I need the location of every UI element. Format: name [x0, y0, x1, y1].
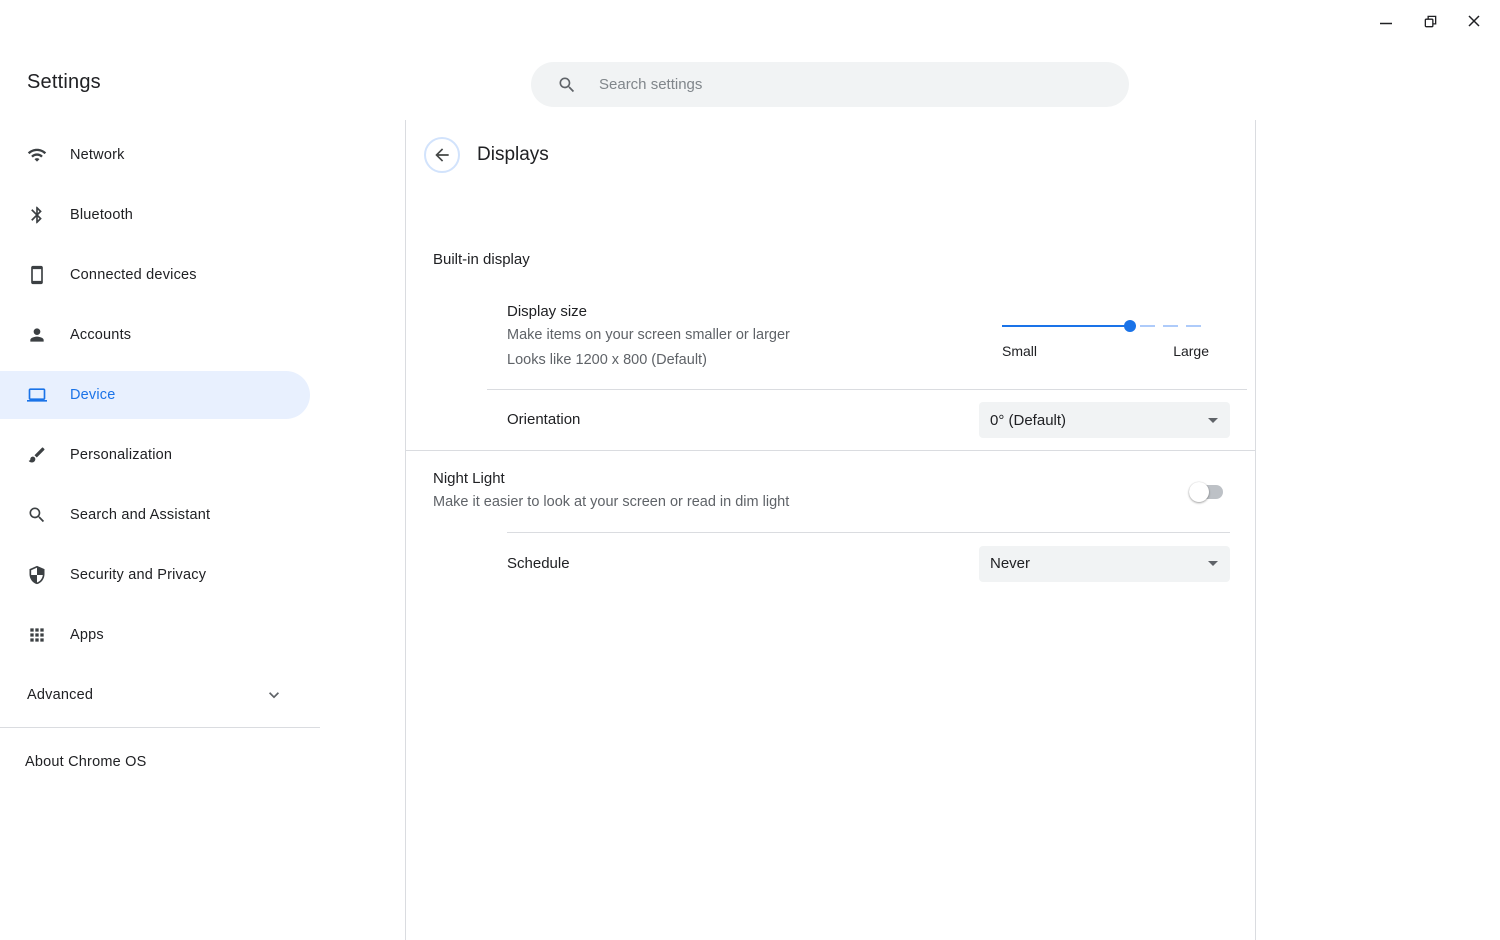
- dropdown-arrow-icon: [1208, 418, 1218, 423]
- dropdown-arrow-icon: [1208, 561, 1218, 566]
- panel-header: Displays: [406, 120, 1255, 173]
- display-size-row: Display size Make items on your screen s…: [406, 301, 1255, 373]
- sidebar-item-label: Accounts: [70, 327, 131, 343]
- toggle-knob: [1189, 482, 1209, 502]
- sidebar-item-personalization[interactable]: Personalization: [0, 431, 310, 479]
- app-title: Settings: [27, 71, 101, 94]
- sidebar-item-about-chrome-os[interactable]: About Chrome OS: [0, 738, 320, 786]
- sidebar-item-label: Personalization: [70, 447, 172, 463]
- arrow-back-icon: [432, 145, 452, 165]
- display-size-slider-fill: [1002, 325, 1130, 327]
- shield-icon: [27, 565, 47, 585]
- sidebar: Network Bluetooth Connected devices Acco…: [0, 120, 405, 940]
- smartphone-icon: [27, 265, 47, 285]
- content-area: Network Bluetooth Connected devices Acco…: [0, 120, 1500, 940]
- sidebar-item-label: Security and Privacy: [70, 567, 206, 583]
- sidebar-item-network[interactable]: Network: [0, 131, 310, 179]
- display-size-slider-knob[interactable]: [1124, 320, 1136, 332]
- night-light-row: Night Light Make it easier to look at yo…: [406, 451, 1255, 532]
- slider-track[interactable]: [1002, 325, 1209, 327]
- slider-max-label: Large: [1173, 343, 1209, 359]
- person-icon: [27, 325, 47, 345]
- schedule-row: Schedule Never: [406, 533, 1255, 594]
- sidebar-item-connected-devices[interactable]: Connected devices: [0, 251, 310, 299]
- night-light-label: Night Light: [433, 468, 789, 490]
- sidebar-item-label: Bluetooth: [70, 207, 133, 223]
- back-button[interactable]: [424, 137, 460, 173]
- brush-icon: [27, 445, 47, 465]
- schedule-dropdown[interactable]: Never: [979, 546, 1230, 582]
- sidebar-advanced-toggle[interactable]: Advanced: [0, 671, 320, 719]
- restore-button[interactable]: [1412, 6, 1448, 36]
- bluetooth-icon: [27, 205, 47, 225]
- chevron-down-icon: [264, 685, 284, 705]
- orientation-value: 0° (Default): [990, 412, 1066, 429]
- page-title: Displays: [477, 144, 549, 166]
- sidebar-item-label: Apps: [70, 627, 104, 643]
- sidebar-item-bluetooth[interactable]: Bluetooth: [0, 191, 310, 239]
- sidebar-divider: [0, 727, 320, 728]
- display-size-slider[interactable]: Small Large: [1002, 325, 1209, 373]
- orientation-row: Orientation 0° (Default): [406, 390, 1255, 450]
- displays-panel: Displays Built-in display Display size M…: [405, 120, 1256, 940]
- search-icon: [557, 75, 577, 95]
- night-light-toggle[interactable]: [1189, 482, 1223, 502]
- orientation-dropdown[interactable]: 0° (Default): [979, 402, 1230, 438]
- close-button[interactable]: [1456, 6, 1492, 36]
- apps-grid-icon: [27, 625, 47, 645]
- app-header: Settings: [0, 0, 1500, 120]
- minimize-button[interactable]: [1368, 6, 1404, 36]
- sidebar-item-label: Network: [70, 147, 125, 163]
- section-title: Built-in display: [433, 251, 1255, 268]
- search-input[interactable]: [599, 76, 1109, 93]
- sidebar-item-security-privacy[interactable]: Security and Privacy: [0, 551, 310, 599]
- display-size-current-value: Looks like 1200 x 800 (Default): [507, 348, 790, 373]
- sidebar-item-search-assistant[interactable]: Search and Assistant: [0, 491, 310, 539]
- sidebar-item-label: Connected devices: [70, 267, 197, 283]
- sidebar-item-accounts[interactable]: Accounts: [0, 311, 310, 359]
- slider-min-label: Small: [1002, 343, 1037, 359]
- search-icon: [27, 505, 47, 525]
- about-label: About Chrome OS: [25, 754, 146, 770]
- sidebar-item-label: Device: [70, 387, 116, 403]
- sidebar-item-apps[interactable]: Apps: [0, 611, 310, 659]
- sidebar-item-label: Search and Assistant: [70, 507, 210, 523]
- laptop-icon: [27, 385, 47, 405]
- orientation-label: Orientation: [507, 409, 580, 431]
- night-light-description: Make it easier to look at your screen or…: [433, 490, 789, 515]
- window-controls: [1368, 6, 1492, 36]
- search-bar[interactable]: [531, 62, 1129, 107]
- advanced-label: Advanced: [27, 687, 93, 703]
- display-size-description: Make items on your screen smaller or lar…: [507, 323, 790, 348]
- schedule-label: Schedule: [507, 553, 570, 575]
- wifi-icon: [27, 145, 47, 165]
- schedule-value: Never: [990, 555, 1030, 572]
- sidebar-item-device[interactable]: Device: [0, 371, 310, 419]
- display-size-label: Display size: [507, 301, 790, 323]
